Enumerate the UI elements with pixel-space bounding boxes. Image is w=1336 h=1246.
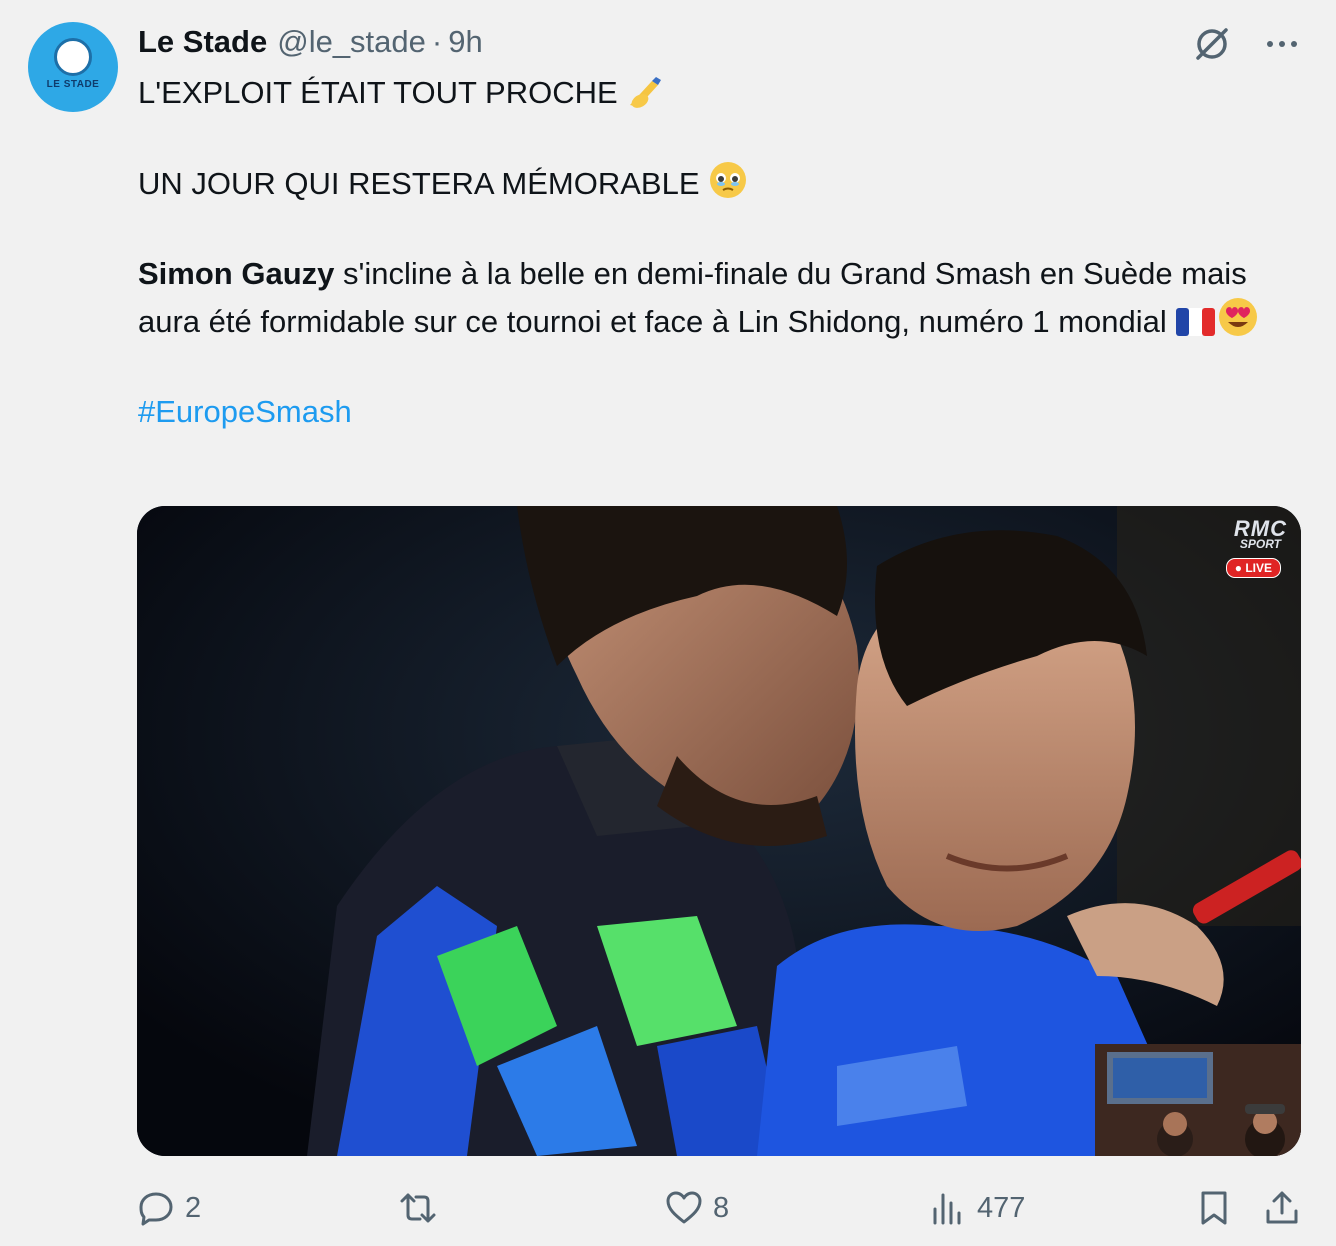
logo-sub-text: SPORT	[1239, 537, 1281, 551]
text-line-1: L'EXPLOIT ÉTAIT TOUT PROCHE	[138, 70, 1298, 115]
views-chart-icon[interactable]	[929, 1189, 967, 1227]
tweet-actions: 2 8 477	[137, 1186, 1301, 1230]
reply-action[interactable]: 2	[137, 1186, 201, 1230]
flag-france-emoji-icon	[1176, 308, 1216, 336]
pip-illustration	[1095, 1044, 1301, 1156]
text-paragraph-3: Simon Gauzy s'incline à la belle en demi…	[138, 251, 1298, 344]
tweet[interactable]: LE STADE Le Stade @le_stade · 9h L'EXPLO…	[0, 0, 1336, 1246]
reply-count: 2	[185, 1191, 202, 1224]
more-options-icon[interactable]	[1264, 26, 1300, 62]
rmc-sport-logo: RMC SPORT	[1234, 518, 1287, 551]
heart-icon[interactable]	[665, 1189, 703, 1227]
reply-icon[interactable]	[137, 1189, 175, 1227]
views-action[interactable]: 477	[929, 1186, 1025, 1230]
soccer-ball-icon	[54, 38, 92, 76]
live-badge: ● LIVE	[1225, 558, 1281, 578]
tweet-time[interactable]: 9h	[448, 24, 482, 60]
avatar[interactable]: LE STADE	[28, 22, 118, 112]
repost-icon[interactable]	[399, 1189, 437, 1227]
tweet-top-actions	[1192, 24, 1300, 64]
bold-name: Simon Gauzy	[138, 256, 335, 291]
views-count: 477	[977, 1191, 1026, 1224]
author-handle[interactable]: @le_stade	[277, 24, 426, 60]
bookmark-action[interactable]	[1195, 1186, 1233, 1230]
tweet-video[interactable]: RMC SPORT ● LIVE	[137, 506, 1301, 1156]
grok-icon[interactable]	[1192, 24, 1232, 64]
hashtag-link[interactable]: #EuropeSmash	[138, 394, 352, 429]
line2-text: UN JOUR QUI RESTERA MÉMORABLE	[138, 166, 700, 201]
tweet-header: Le Stade @le_stade · 9h	[138, 24, 483, 64]
author-name[interactable]: Le Stade	[138, 24, 267, 60]
hashtag-line: #EuropeSmash	[138, 389, 1298, 434]
share-icon[interactable]	[1263, 1189, 1301, 1227]
writing-hand-emoji-icon	[630, 77, 662, 108]
like-count: 8	[713, 1191, 730, 1224]
bookmark-icon[interactable]	[1195, 1189, 1233, 1227]
separator-dot: ·	[431, 24, 443, 59]
face-holding-back-tears-emoji-icon	[710, 162, 747, 198]
like-action[interactable]: 8	[665, 1186, 729, 1230]
line1-text: L'EXPLOIT ÉTAIT TOUT PROCHE	[138, 75, 618, 110]
repost-action[interactable]	[399, 1186, 447, 1230]
tweet-text: L'EXPLOIT ÉTAIT TOUT PROCHE UN JOUR QUI …	[138, 70, 1298, 434]
picture-in-picture-overlay	[1095, 1044, 1301, 1156]
heart-eyes-emoji-icon	[1219, 298, 1258, 336]
avatar-logo-text: LE STADE	[46, 79, 100, 90]
text-line-2: UN JOUR QUI RESTERA MÉMORABLE	[138, 160, 1298, 206]
share-action[interactable]	[1263, 1186, 1301, 1230]
